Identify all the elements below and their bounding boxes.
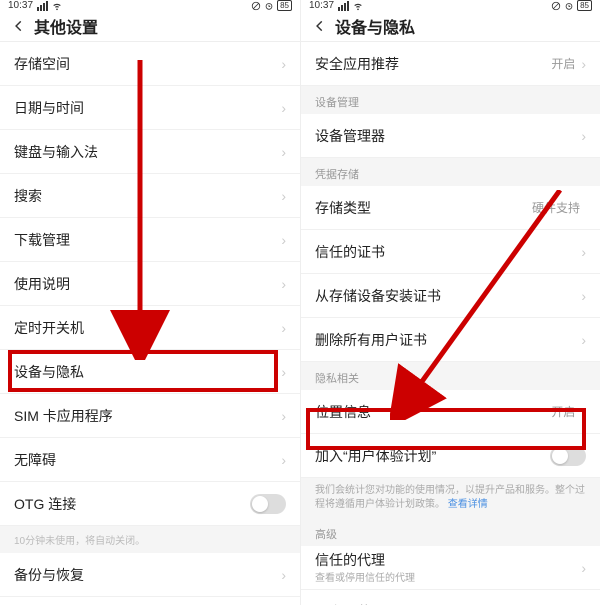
status-bar: 10:37 85: [0, 0, 300, 11]
row-keyboard[interactable]: 键盘与输入法›: [0, 130, 300, 174]
mute-icon: [551, 1, 561, 11]
row-manual[interactable]: 使用说明›: [0, 262, 300, 306]
wifi-icon: [52, 1, 62, 11]
chevron-right-icon: ›: [281, 276, 286, 292]
status-time: 10:37: [309, 0, 334, 11]
page-title: 其他设置: [34, 14, 98, 38]
row-trusted-cred[interactable]: 信任的证书›: [301, 230, 600, 274]
row-storage[interactable]: 存储空间›: [0, 42, 300, 86]
chevron-right-icon: ›: [281, 144, 286, 160]
row-sim-app[interactable]: SIM 卡应用程序›: [0, 394, 300, 438]
status-bar: 10:37 85: [301, 0, 600, 11]
battery-icon: 85: [577, 0, 592, 11]
status-time: 10:37: [8, 0, 33, 11]
row-ux-program[interactable]: 加入“用户体验计划”: [301, 434, 600, 478]
row-reset[interactable]: 还原手机›: [0, 597, 300, 605]
chevron-right-icon: ›: [281, 408, 286, 424]
mute-icon: [251, 1, 261, 11]
ux-program-note: 我们会统计您对功能的使用情况，以提升产品和服务。整个过程将遵循用户体验计划政策。…: [301, 478, 600, 518]
back-button[interactable]: [305, 11, 335, 41]
otg-hint: 10分钟未使用，将自动关闭。: [0, 526, 300, 553]
battery-icon: 85: [277, 0, 292, 11]
section-device-mgmt: 设备管理: [301, 86, 600, 114]
section-privacy: 隐私相关: [301, 362, 600, 390]
chevron-right-icon: ›: [581, 404, 586, 420]
row-trusted-agent[interactable]: 信任的代理 查看或停用信任的代理 ›: [301, 546, 600, 590]
row-safe-app[interactable]: 安全应用推荐 开启›: [301, 42, 600, 86]
chevron-right-icon: ›: [581, 332, 586, 348]
row-search[interactable]: 搜索›: [0, 174, 300, 218]
chevron-right-icon: ›: [281, 188, 286, 204]
chevron-right-icon: ›: [581, 288, 586, 304]
row-scheduled-power[interactable]: 定时开关机›: [0, 306, 300, 350]
header: 其他设置: [0, 11, 300, 42]
chevron-right-icon: ›: [281, 232, 286, 248]
row-device-privacy[interactable]: 设备与隐私›: [0, 350, 300, 394]
ux-program-toggle[interactable]: [550, 446, 586, 466]
row-device-admin[interactable]: 设备管理器›: [301, 114, 600, 158]
chevron-right-icon: ›: [581, 56, 586, 72]
chevron-right-icon: ›: [581, 560, 586, 576]
header: 设备与隐私: [301, 11, 600, 42]
row-accessibility[interactable]: 无障碍›: [0, 438, 300, 482]
row-storage-type[interactable]: 存储类型 硬件支持: [301, 186, 600, 230]
row-datetime[interactable]: 日期与时间›: [0, 86, 300, 130]
chevron-right-icon: ›: [281, 364, 286, 380]
otg-toggle[interactable]: [250, 494, 286, 514]
alarm-icon: [564, 1, 574, 11]
chevron-right-icon: ›: [581, 128, 586, 144]
chevron-right-icon: ›: [281, 100, 286, 116]
wifi-icon: [353, 1, 363, 11]
ux-program-link[interactable]: 查看详情: [448, 499, 488, 510]
signal-icon: [37, 1, 48, 11]
right-screen: 10:37 85 设备与隐私 安全应用推荐 开启› 设备管理 设备管理器› 凭据…: [300, 0, 600, 605]
chevron-right-icon: ›: [281, 320, 286, 336]
row-clear-cred[interactable]: 删除所有用户证书›: [301, 318, 600, 362]
back-button[interactable]: [4, 11, 34, 41]
chevron-left-icon: [313, 19, 327, 33]
section-cred: 凭据存储: [301, 158, 600, 186]
signal-icon: [338, 1, 349, 11]
row-backup[interactable]: 备份与恢复›: [0, 553, 300, 597]
chevron-right-icon: ›: [281, 56, 286, 72]
page-title: 设备与隐私: [335, 14, 415, 38]
row-location[interactable]: 位置信息 开启›: [301, 390, 600, 434]
section-advanced: 高级: [301, 518, 600, 546]
row-pin-screen[interactable]: 固定屏幕显示 关闭›: [301, 590, 600, 605]
chevron-right-icon: ›: [281, 567, 286, 583]
row-download[interactable]: 下载管理›: [0, 218, 300, 262]
chevron-left-icon: [12, 19, 26, 33]
alarm-icon: [264, 1, 274, 11]
row-install-cred[interactable]: 从存储设备安装证书›: [301, 274, 600, 318]
row-otg[interactable]: OTG 连接: [0, 482, 300, 526]
chevron-right-icon: ›: [281, 452, 286, 468]
chevron-right-icon: ›: [581, 244, 586, 260]
left-screen: 10:37 85 其他设置 存储空间› 日期与时间› 键盘与输入法› 搜索› 下…: [0, 0, 300, 605]
